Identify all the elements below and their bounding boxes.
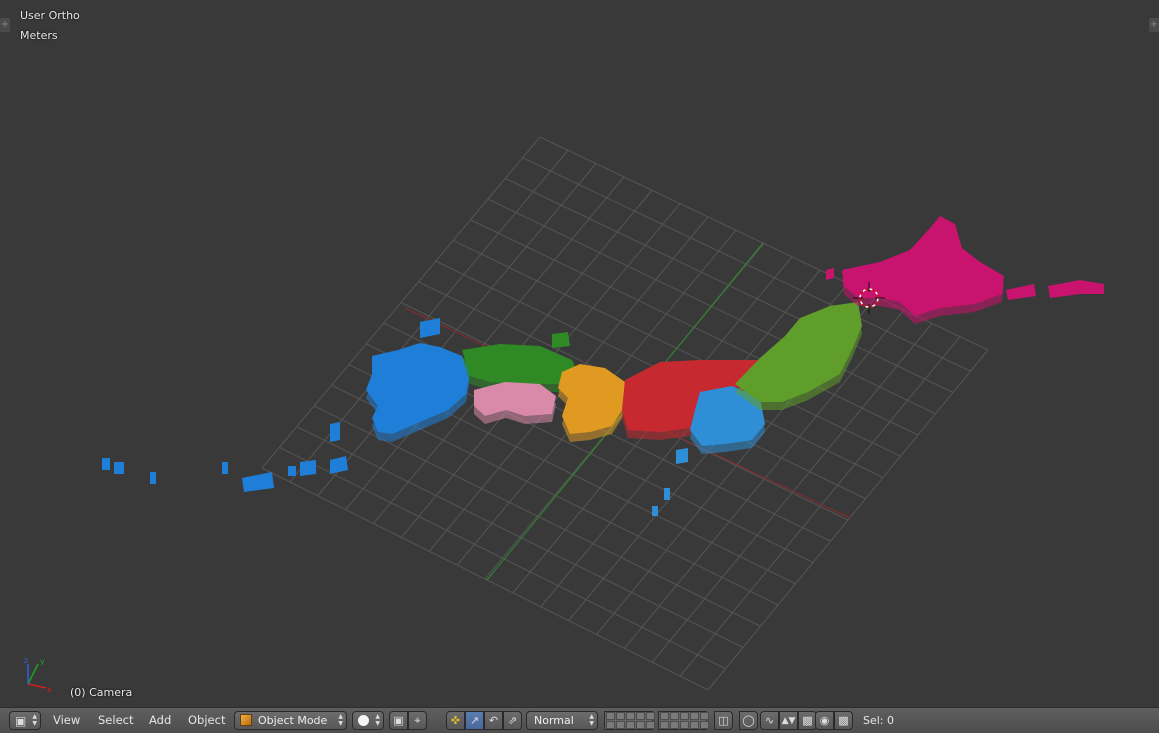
mode-select[interactable]: Object Mode ▲ ▼: [234, 711, 347, 730]
scene-layers-right[interactable]: [658, 711, 709, 730]
translate-manipulator-icon[interactable]: ↗: [465, 711, 484, 730]
menu-object[interactable]: Object: [188, 711, 225, 730]
3d-viewport[interactable]: x y z User Ortho Meters (0) Camera + +: [0, 0, 1159, 707]
axis-y-label: y: [40, 657, 45, 666]
chevron-updown-icon: ▲ ▼: [589, 713, 594, 727]
scale-manipulator-icon[interactable]: ⇗: [503, 711, 522, 730]
region-kyushu[interactable]: [102, 318, 470, 492]
mode-label: Object Mode: [258, 714, 328, 727]
add-region-left-icon[interactable]: +: [0, 18, 10, 32]
units-label: Meters: [20, 29, 58, 42]
transform-orientation-label: Normal: [534, 714, 574, 727]
selection-status: Sel: 0: [863, 714, 895, 727]
chevron-updown-icon: ▲ ▼: [32, 713, 37, 727]
grid-line: [279, 446, 726, 670]
region-shikoku[interactable]: [474, 382, 556, 424]
solid-sphere-icon: [358, 715, 369, 726]
viewport-header: ▣ ▲ ▼ View Select Add Object Object Mode …: [0, 707, 1159, 733]
chevron-updown-icon: ▲ ▼: [338, 713, 343, 727]
render-snapshot-icon[interactable]: ◉: [815, 711, 834, 730]
axis-gizmo-icon: x y z: [24, 656, 52, 694]
snap-pivot-icon[interactable]: ⌖: [408, 711, 427, 730]
menu-select[interactable]: Select: [98, 711, 133, 730]
menu-view[interactable]: View: [53, 711, 80, 730]
transform-orientation-select[interactable]: Normal ▲ ▼: [526, 711, 598, 730]
scene-canvas[interactable]: x y z: [0, 0, 1159, 707]
region-hokkaido[interactable]: [826, 216, 1104, 324]
axis-x-label: x: [47, 685, 52, 694]
render-animation-icon[interactable]: ▩: [834, 711, 853, 730]
manipulator-toggle-icon[interactable]: ✜: [446, 711, 465, 730]
pivot-point-icon[interactable]: ▣: [389, 711, 408, 730]
scene-layers-left[interactable]: [604, 711, 655, 730]
rotate-manipulator-icon[interactable]: ↶: [484, 711, 503, 730]
active-object-label: (0) Camera: [70, 686, 133, 699]
cube-icon: ▣: [15, 714, 27, 728]
proportional-edit-icon[interactable]: ◯: [739, 711, 758, 730]
snap-toggle-icon[interactable]: ∿: [760, 711, 779, 730]
orange-cube-icon: [240, 714, 252, 726]
viewport-shading-select[interactable]: ▲ ▼: [352, 711, 384, 730]
lock-camera-icon[interactable]: ◫: [714, 711, 733, 730]
editor-type-button[interactable]: ▣ ▲ ▼: [9, 711, 41, 730]
snap-element-icon[interactable]: ▲▼: [779, 711, 798, 730]
view-name-label: User Ortho: [20, 9, 80, 22]
grid-line: [261, 467, 709, 691]
menu-add[interactable]: Add: [149, 711, 171, 730]
axis-z-label: z: [24, 656, 28, 665]
chevron-updown-icon: ▲ ▼: [375, 713, 380, 727]
region-kinki[interactable]: [558, 364, 625, 442]
add-region-right-icon[interactable]: +: [1149, 18, 1159, 32]
